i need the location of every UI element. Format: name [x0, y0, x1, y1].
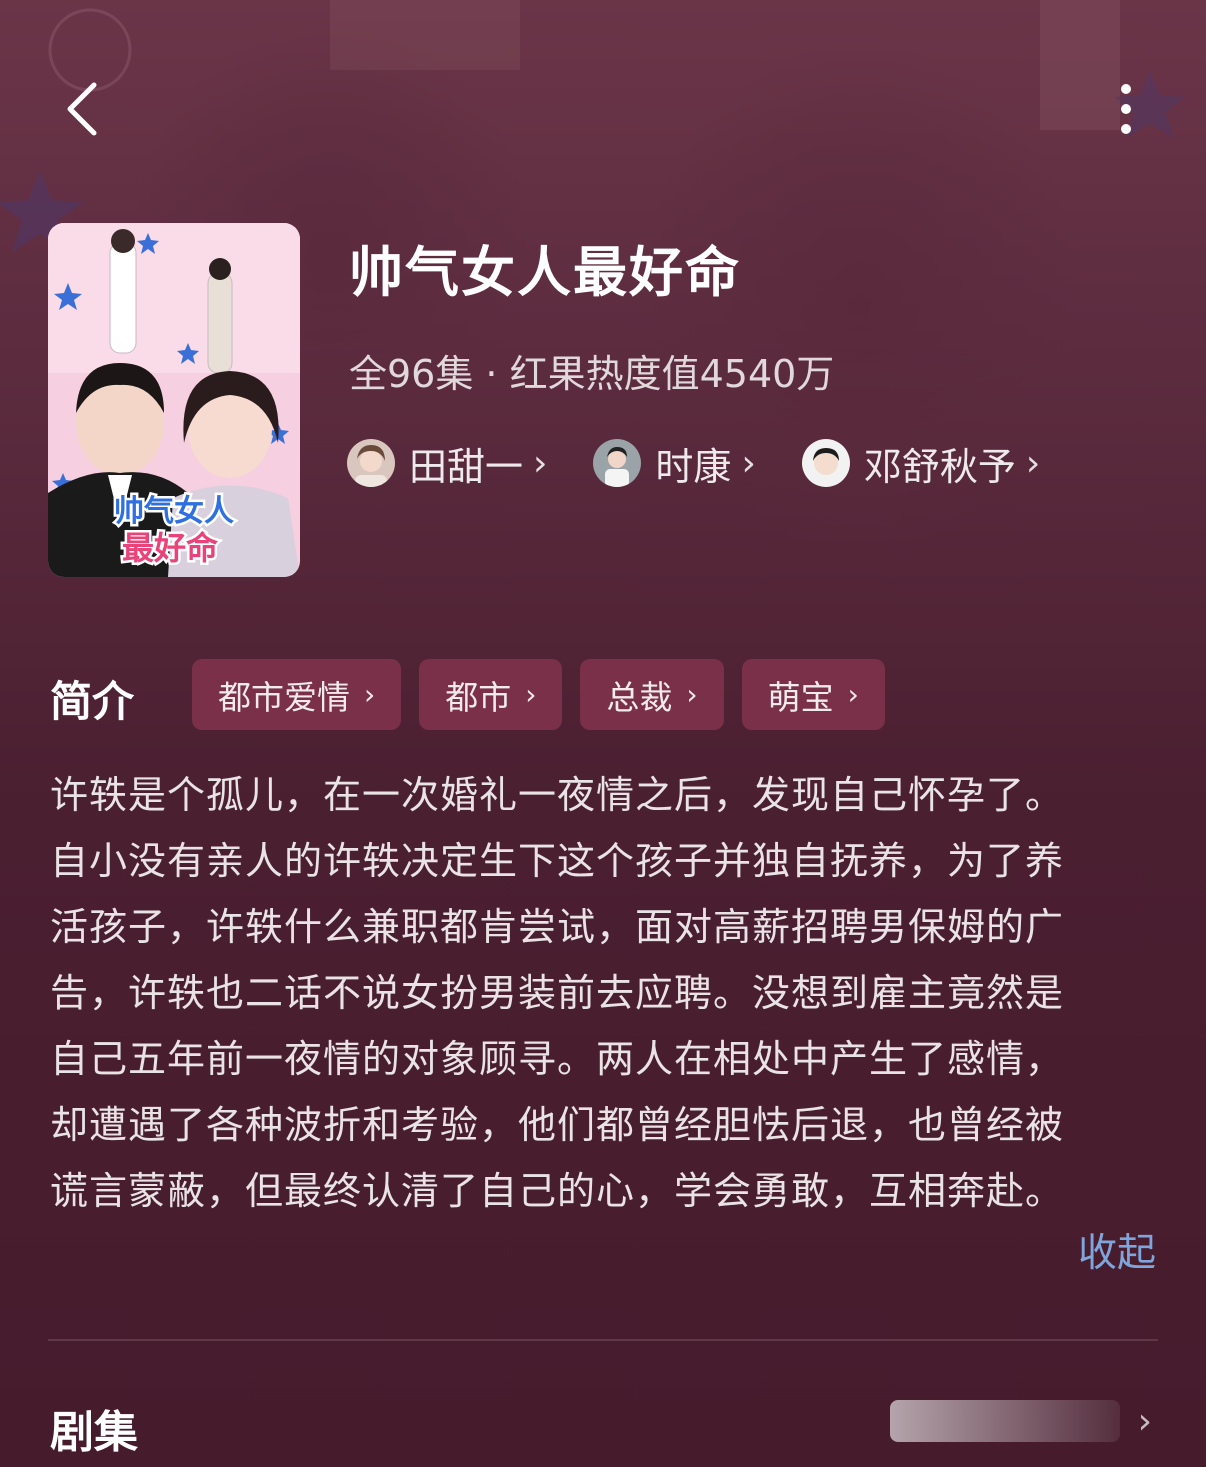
tag-urban-romance[interactable]: 都市爱情 ›	[192, 659, 402, 730]
synopsis-line: 自小没有亲人的许轶决定生下这个孩子并独自抚养，为了养	[50, 839, 1065, 883]
chevron-right-icon: ›	[686, 678, 698, 711]
cast-item-tian[interactable]: 田甜一 ›	[347, 434, 547, 492]
synopsis-line: 活孩子，许轶什么兼职都肯尝试，面对高薪招聘男保姆的广	[50, 905, 1065, 949]
poster-title-line2: 最好命	[122, 529, 219, 567]
chevron-right-icon: ›	[533, 442, 548, 484]
chevron-right-icon: ›	[1137, 1400, 1152, 1442]
poster-title-line1: 帅气女人	[114, 494, 234, 529]
synopsis: 许轶是个孤儿，在一次婚礼一夜情之后，发现自己怀孕了。 自小没有亲人的许轶决定生下…	[50, 762, 1156, 1224]
tag-label: 总裁	[606, 677, 673, 717]
synopsis-line: 自己五年前一夜情的对象顾寻。两人在相处中产生了感情，	[50, 1037, 1065, 1081]
cast-list: 田甜一 › 时康 › 邓舒秋予 ›	[347, 434, 1040, 492]
chevron-right-icon: ›	[364, 678, 376, 711]
drama-poster[interactable]: 帅气女人 最好命	[48, 223, 300, 577]
chevron-right-icon: ›	[847, 678, 859, 711]
tag-cute-baby[interactable]: 萌宝 ›	[741, 659, 885, 730]
vertical-dots-icon	[1121, 84, 1131, 134]
genre-tags: 都市爱情 › 都市 › 总裁 › 萌宝 ›	[192, 659, 885, 730]
tag-label: 都市	[445, 677, 512, 717]
cast-item-deng[interactable]: 邓舒秋予 ›	[801, 434, 1041, 492]
synopsis-line: 许轶是个孤儿，在一次婚礼一夜情之后，发现自己怀孕了。	[50, 773, 1065, 817]
tag-ceo[interactable]: 总裁 ›	[580, 659, 724, 730]
back-button[interactable]	[52, 74, 112, 144]
collapse-button[interactable]: 收起	[1078, 1222, 1156, 1278]
tag-urban[interactable]: 都市 ›	[419, 659, 563, 730]
cast-name: 时康	[655, 444, 732, 489]
episodes-entry[interactable]: ›	[889, 1400, 1152, 1442]
chevron-left-icon	[67, 82, 97, 136]
episodes-summary-blurred	[889, 1400, 1120, 1442]
chevron-right-icon: ›	[525, 678, 537, 711]
chevron-right-icon: ›	[1025, 442, 1041, 484]
avatar	[347, 439, 395, 487]
cast-name: 邓舒秋予	[863, 444, 1016, 489]
cast-item-shi[interactable]: 时康 ›	[593, 434, 756, 492]
avatar	[801, 439, 850, 487]
top-bar	[0, 60, 1206, 160]
tag-label: 萌宝	[767, 677, 834, 717]
episodes-heading: 剧集	[50, 1407, 138, 1458]
synopsis-line: 却遭遇了各种波折和考验，他们都曾经胆怯后退，也曾经被	[50, 1103, 1065, 1147]
intro-heading: 简介	[50, 677, 135, 726]
drama-meta: 全96集 · 红果热度值4540万	[349, 352, 835, 396]
more-options-button[interactable]	[1104, 74, 1148, 144]
synopsis-line: 告，许轶也二话不说女扮男装前去应聘。没想到雇主竟然是	[50, 971, 1065, 1015]
avatar	[593, 439, 642, 487]
synopsis-line: 谎言蒙蔽，但最终认清了自己的心，学会勇敢，互相奔赴。	[50, 1169, 1065, 1213]
divider	[48, 1339, 1158, 1341]
chevron-right-icon: ›	[741, 442, 756, 484]
drama-title: 帅气女人最好命	[349, 241, 741, 304]
cast-name: 田甜一	[409, 444, 524, 489]
tag-label: 都市爱情	[218, 677, 350, 717]
